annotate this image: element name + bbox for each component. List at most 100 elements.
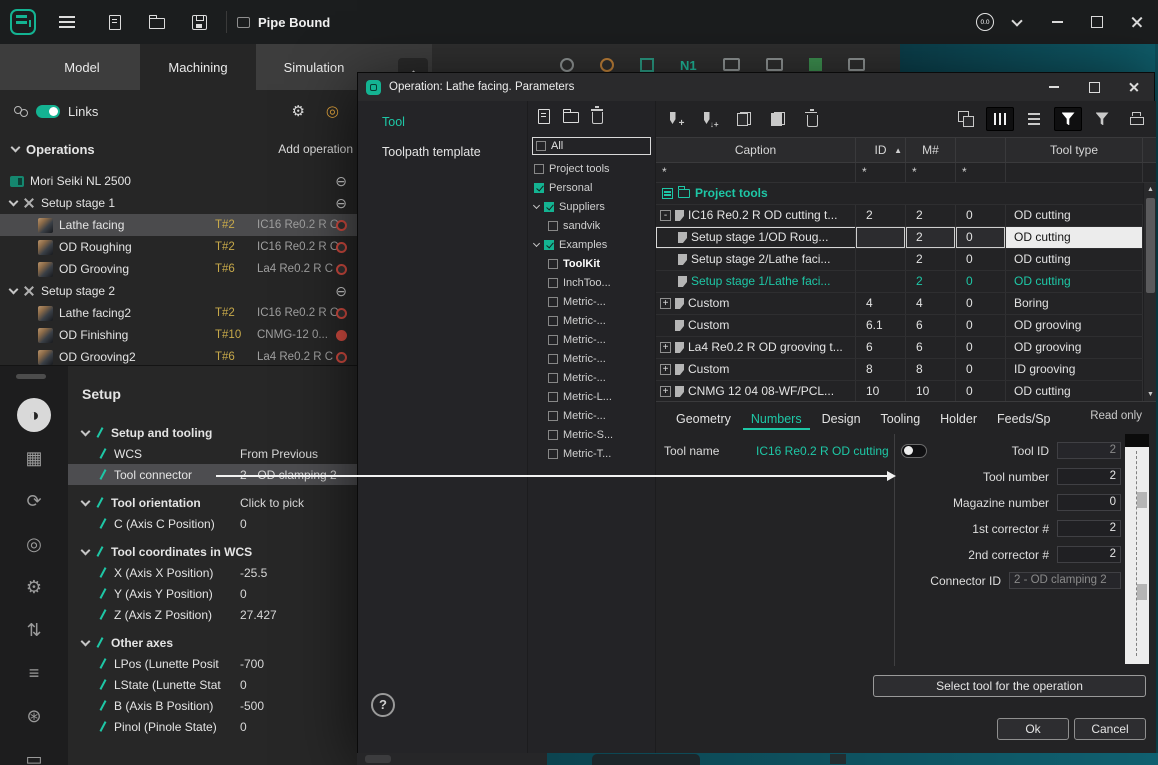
filter-on-button[interactable] — [1054, 107, 1082, 131]
operation-row[interactable]: Setup stage 1⊖ — [0, 192, 357, 214]
library-item[interactable]: sandvik — [528, 216, 655, 235]
rotate-view-icon[interactable]: ⟳ — [17, 484, 51, 518]
chevron-down-icon[interactable] — [81, 426, 91, 436]
params-tab[interactable]: Tooling — [873, 408, 929, 430]
checkbox[interactable] — [548, 373, 558, 383]
checkbox[interactable] — [548, 354, 558, 364]
checkbox[interactable] — [534, 183, 544, 193]
header-extra[interactable] — [956, 138, 1006, 162]
chevron-down-icon[interactable] — [81, 545, 91, 555]
operation-row[interactable]: OD GroovingT#6La4 Re0.2 R C — [0, 258, 357, 280]
nav-tool[interactable]: Tool — [358, 107, 527, 137]
model-icon[interactable] — [640, 58, 654, 72]
checkbox[interactable] — [548, 430, 558, 440]
params-tab[interactable]: Geometry — [668, 408, 739, 430]
new-project-button[interactable] — [98, 5, 132, 39]
checkbox[interactable] — [548, 278, 558, 288]
select-tool-button[interactable]: Select tool for the operation — [873, 675, 1146, 697]
header-tool-type[interactable]: Tool type — [1006, 138, 1143, 162]
library-item[interactable]: Examples — [528, 235, 655, 254]
stock-icon[interactable] — [560, 58, 574, 72]
dialog-minimize-button[interactable] — [1034, 73, 1074, 101]
library-item[interactable]: InchToo... — [528, 273, 655, 292]
add-tool-variant-button[interactable] — [696, 107, 724, 131]
library-item[interactable]: Metric-T... — [528, 444, 655, 463]
tool-row[interactable]: Custom6.160OD grooving — [656, 315, 1143, 337]
cancel-button[interactable]: Cancel — [1074, 718, 1146, 740]
open-project-button[interactable] — [140, 5, 174, 39]
params-tab[interactable]: Numbers — [743, 408, 810, 430]
param-input[interactable]: 0 — [1057, 494, 1121, 511]
checkbox[interactable] — [548, 259, 558, 269]
tool-row[interactable]: +La4 Re0.2 R OD grooving t...660OD groov… — [656, 337, 1143, 359]
main-menu-button[interactable] — [50, 5, 84, 39]
expander-icon[interactable]: + — [660, 342, 671, 353]
titlebar-dropdown-button[interactable] — [1000, 5, 1034, 39]
chevron-down-icon[interactable] — [11, 143, 21, 153]
filter-extra[interactable]: * — [956, 163, 1006, 182]
operation-row[interactable]: Mori Seiki NL 2500⊖ — [0, 170, 357, 192]
setup-item-row[interactable]: Z (Axis Z Position)27.427 — [68, 604, 357, 625]
setup-section-row[interactable]: Tool coordinates in WCS — [68, 541, 357, 562]
operation-row[interactable]: Setup stage 2⊖ — [0, 280, 357, 302]
tool-row[interactable]: Setup stage 2/Lathe faci...20OD cutting — [656, 249, 1143, 271]
tool-row[interactable]: +Custom880ID grooving — [656, 359, 1143, 381]
filter-button[interactable] — [1088, 107, 1116, 131]
checkbox[interactable] — [536, 141, 546, 151]
library-item[interactable]: Metric-... — [528, 292, 655, 311]
operation-row[interactable]: OD Grooving2T#6La4 Re0.2 R C — [0, 346, 357, 365]
setup-item-row[interactable]: WCSFrom Previous — [68, 443, 357, 464]
checkbox[interactable] — [548, 449, 558, 459]
library-item[interactable]: Metric-... — [528, 368, 655, 387]
compare-view-button[interactable] — [952, 107, 980, 131]
setup-item-row[interactable]: Pinol (Pinole State)0 — [68, 716, 357, 737]
machine-view-icon[interactable] — [766, 58, 783, 71]
chevron-down-icon[interactable] — [81, 636, 91, 646]
checkbox[interactable] — [534, 164, 544, 174]
selection-grid-icon[interactable]: ▦ — [17, 441, 51, 475]
orbit-icon[interactable]: ◎ — [17, 527, 51, 561]
setup-section-row[interactable]: Other axes — [68, 632, 357, 653]
open-library-icon[interactable] — [563, 112, 579, 123]
header-magazine[interactable]: M# — [906, 138, 956, 162]
param-input[interactable]: 2 — [1057, 546, 1121, 563]
tab-model[interactable]: Model — [24, 44, 140, 90]
setup-item-row[interactable]: X (Axis X Position)-25.5 — [68, 562, 357, 583]
library-item[interactable]: Metric-... — [528, 311, 655, 330]
close-button[interactable] — [1120, 5, 1154, 39]
collapse-icon[interactable]: ⊖ — [335, 174, 347, 188]
checkbox[interactable] — [544, 240, 554, 250]
library-item[interactable]: Metric-... — [528, 349, 655, 368]
tool-group-row[interactable]: Project tools — [656, 183, 1143, 205]
checkbox[interactable] — [548, 316, 558, 326]
library-item[interactable]: Metric-... — [528, 330, 655, 349]
library-filter-all[interactable]: All — [532, 137, 651, 155]
settings-gear-icon[interactable]: ⚙ — [17, 570, 51, 604]
tools-icon[interactable]: ▭ — [17, 742, 51, 765]
maximize-button[interactable] — [1080, 5, 1114, 39]
library-item[interactable]: Project tools — [528, 159, 655, 178]
spiral-icon[interactable]: ⊛ — [17, 699, 51, 733]
gear-icon[interactable]: ⚙ — [292, 102, 305, 120]
expander-icon[interactable]: + — [660, 386, 671, 397]
ok-button[interactable]: Ok — [997, 718, 1069, 740]
print-button[interactable] — [1122, 107, 1150, 131]
checkbox[interactable] — [548, 392, 558, 402]
scroll-up-icon[interactable] — [1144, 183, 1156, 196]
expander-icon[interactable]: + — [660, 364, 671, 375]
simulation-icon[interactable] — [809, 58, 822, 71]
expander-icon[interactable]: - — [660, 210, 671, 221]
checkbox[interactable] — [544, 202, 554, 212]
library-item[interactable]: Metric-L... — [528, 387, 655, 406]
collapse-icon[interactable]: ⊖ — [335, 284, 347, 298]
expander-icon[interactable]: + — [660, 298, 671, 309]
viewport-widget[interactable] — [830, 754, 846, 764]
setup-item-row[interactable]: C (Axis C Position)0 — [68, 513, 357, 534]
param-input[interactable]: 2 — [1057, 468, 1121, 485]
chevron-down-icon[interactable] — [533, 239, 540, 246]
dialog-maximize-button[interactable] — [1074, 73, 1114, 101]
dialog-close-button[interactable] — [1114, 73, 1154, 101]
display-icon[interactable] — [848, 58, 865, 71]
delete-library-icon[interactable] — [592, 112, 603, 124]
tool-name-value[interactable]: IC16 Re0.2 R OD cutting — [756, 444, 889, 458]
